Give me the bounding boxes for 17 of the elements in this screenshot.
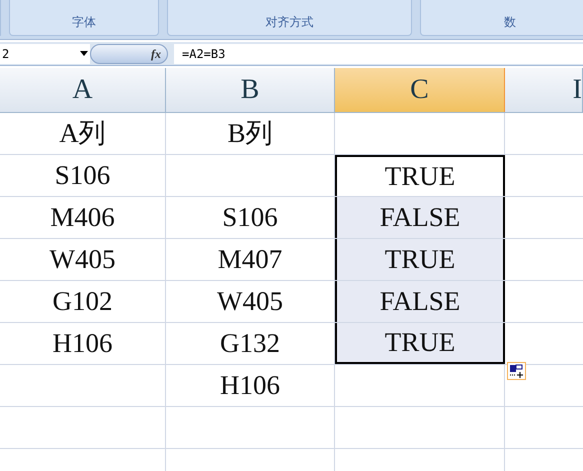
fx-button[interactable]: fx bbox=[151, 44, 161, 62]
formula-field[interactable]: =A2=B3 bbox=[174, 44, 583, 64]
group-label: 字体 bbox=[72, 14, 96, 31]
group-label: 对齐方式 bbox=[266, 14, 314, 31]
table-cell: TRUE bbox=[335, 323, 505, 364]
column-header[interactable]: I bbox=[505, 68, 583, 112]
column-header[interactable]: A bbox=[0, 68, 166, 112]
column-header[interactable]: C bbox=[335, 68, 505, 112]
dropdown-arrow-icon[interactable] bbox=[80, 51, 88, 56]
table-cell: TRUE bbox=[335, 155, 505, 196]
table-cell: FALSE bbox=[335, 281, 505, 322]
table-cell: TRUE bbox=[335, 239, 505, 280]
table-cell: FALSE bbox=[335, 197, 505, 238]
column-header[interactable]: B bbox=[166, 68, 335, 112]
paste-options-icon[interactable] bbox=[507, 362, 526, 380]
group-label: 数 bbox=[504, 14, 516, 31]
name-box[interactable]: 2 bbox=[0, 44, 90, 64]
